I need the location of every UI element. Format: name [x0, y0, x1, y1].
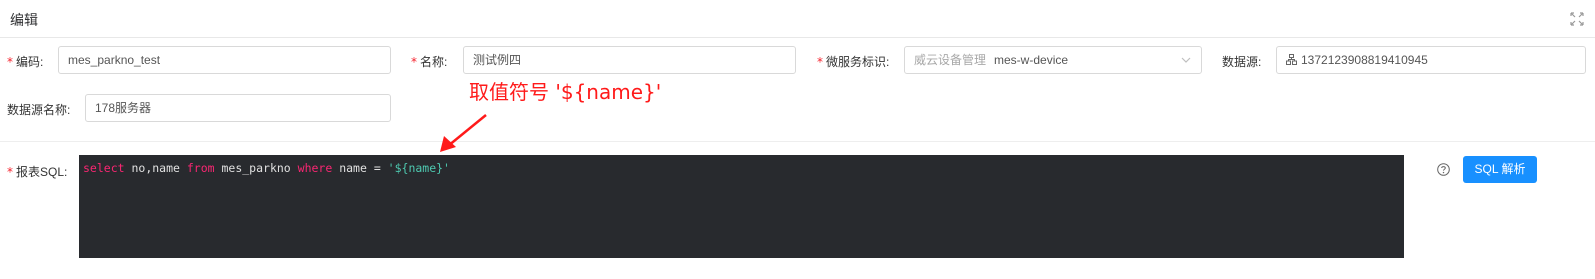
service-label: * 微服务标识:: [817, 55, 890, 69]
sql-token-keyword: where: [297, 161, 333, 175]
modal-title: 编辑: [10, 12, 38, 28]
service-select[interactable]: 威云设备管理 mes-w-device: [904, 46, 1202, 74]
help-icon[interactable]: [1437, 163, 1450, 176]
required-mark: *: [7, 55, 13, 69]
datasource-value: 1372123908819410945: [1301, 53, 1428, 67]
sql-editor[interactable]: select no,name from mes_parkno where nam…: [79, 155, 1404, 258]
modal-header: 编辑: [0, 0, 1595, 38]
chevron-down-icon[interactable]: [1181, 55, 1191, 65]
datasource-icon: [1286, 54, 1297, 65]
sql-token-keyword: from: [186, 161, 215, 175]
name-input[interactable]: 测试例四: [463, 46, 796, 74]
required-mark: *: [817, 55, 823, 69]
code-label: * 编码:: [7, 55, 44, 69]
name-label: * 名称:: [411, 55, 448, 69]
annotation-text: 取值符号 '${name}': [469, 80, 662, 104]
service-value: mes-w-device: [994, 53, 1069, 67]
section-divider: [0, 141, 1595, 142]
sql-label: * 报表SQL:: [7, 165, 68, 179]
sql-token-keyword: select: [83, 161, 125, 175]
sql-token-string: '${name}': [387, 161, 450, 175]
sql-parse-button[interactable]: SQL 解析: [1463, 156, 1537, 183]
sql-token-plain: mes_parkno: [214, 161, 298, 175]
datasource-label: 数据源:: [1222, 55, 1262, 69]
service-tag: 威云设备管理: [914, 53, 987, 67]
sql-token-plain: name =: [332, 161, 388, 175]
sql-token-plain: no,name: [124, 161, 187, 175]
datasource-select[interactable]: 1372123908819410945: [1276, 46, 1586, 74]
sql-code-line: select no,name from mes_parkno where nam…: [83, 161, 450, 175]
datasource-name-label: 数据源名称:: [7, 103, 71, 117]
required-mark: *: [411, 55, 417, 69]
required-mark: *: [7, 165, 13, 179]
fullscreen-icon[interactable]: [1570, 12, 1584, 26]
code-input[interactable]: mes_parkno_test: [58, 46, 391, 74]
datasource-name-input[interactable]: 178服务器: [85, 94, 391, 122]
